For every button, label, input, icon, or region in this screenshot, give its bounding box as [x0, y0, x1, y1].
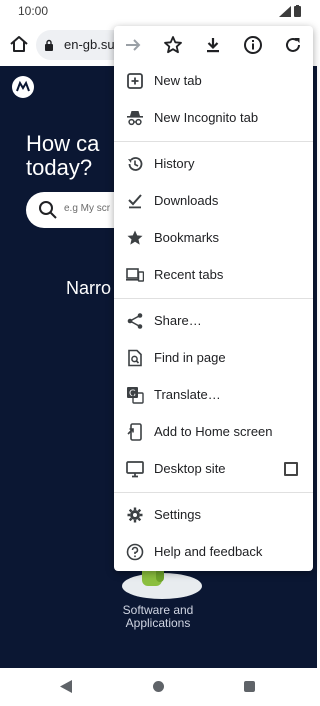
menu-item-desktop-site[interactable]: Desktop site: [114, 451, 313, 488]
desktop-site-checkbox[interactable]: [284, 462, 298, 476]
menu-item-label: Downloads: [154, 193, 219, 208]
menu-item-label: Recent tabs: [154, 267, 224, 282]
forward-icon[interactable]: [122, 34, 144, 56]
menu-divider: [114, 492, 313, 493]
hero-heading: How ca today?: [26, 131, 100, 180]
battery-icon: [294, 5, 301, 17]
menu-divider: [114, 298, 313, 299]
signal-icon: [279, 5, 291, 17]
menu-item-label: History: [154, 156, 195, 171]
narrow-heading: Narro: [66, 278, 112, 298]
gear-icon: [127, 507, 143, 523]
menu-item-recent-tabs[interactable]: Recent tabs: [114, 257, 313, 294]
menu-item-label: New Incognito tab: [154, 110, 259, 125]
menu-item-help-and-feedback[interactable]: Help and feedback: [114, 534, 313, 571]
menu-item-translate[interactable]: G Translate…: [114, 377, 313, 414]
history-icon: [128, 157, 143, 171]
menu-item-history[interactable]: History: [114, 146, 313, 183]
lock-icon: [45, 39, 53, 51]
refresh-icon[interactable]: [282, 34, 304, 56]
menu-item-downloads[interactable]: Downloads: [114, 183, 313, 220]
menu-divider: [114, 141, 313, 142]
menu-item-label: Add to Home screen: [154, 424, 273, 439]
nav-home-icon[interactable]: [153, 681, 164, 692]
menu-item-settings[interactable]: Settings: [114, 497, 313, 534]
search-placeholder: e.g My scr: [64, 203, 111, 214]
status-bar: 10:00: [0, 0, 317, 24]
menu-item-label: Help and feedback: [154, 544, 263, 559]
search-icon: [39, 201, 57, 219]
menu-item-label: Translate…: [154, 387, 221, 402]
help-icon: [126, 543, 144, 561]
share-icon: [127, 313, 143, 329]
star-filled-icon: [127, 230, 143, 245]
home-icon[interactable]: [8, 33, 30, 55]
find-in-page-icon: [128, 349, 142, 367]
motorola-m-icon: [16, 80, 30, 92]
menu-item-label: Bookmarks: [154, 230, 220, 245]
info-icon[interactable]: [242, 34, 264, 56]
menu-item-new-incognito-tab[interactable]: New Incognito tab: [114, 100, 313, 137]
menu-item-add-to-home-screen[interactable]: Add to Home screen: [114, 414, 313, 451]
incognito-icon: [127, 111, 143, 126]
recent-apps-icon[interactable]: [244, 681, 255, 692]
download-icon[interactable]: [202, 34, 224, 56]
software-applications-label[interactable]: Software and Applications: [100, 604, 216, 630]
add-to-home-icon: [127, 423, 142, 441]
menu-item-label: Find in page: [154, 350, 226, 365]
back-icon[interactable]: [60, 680, 72, 693]
menu-item-new-tab[interactable]: New tab: [114, 63, 313, 100]
browser-overflow-menu: New tab New Incognito tab History Downlo…: [114, 26, 313, 571]
menu-item-bookmarks[interactable]: Bookmarks: [114, 220, 313, 257]
menu-item-label: New tab: [154, 73, 202, 88]
menu-top-row: [114, 26, 313, 63]
devices-icon: [126, 268, 144, 282]
translate-icon: G: [127, 387, 144, 404]
monitor-icon: [126, 461, 144, 478]
status-icons: [279, 5, 301, 17]
motorola-logo[interactable]: [12, 76, 34, 98]
menu-item-label: Settings: [154, 507, 201, 522]
star-icon[interactable]: [162, 34, 184, 56]
menu-item-label: Desktop site: [154, 461, 226, 476]
plus-box-icon: [127, 73, 143, 89]
system-nav-bar: [0, 668, 317, 706]
download-check-icon: [128, 194, 142, 209]
menu-item-label: Share…: [154, 313, 202, 328]
menu-item-find-in-page[interactable]: Find in page: [114, 340, 313, 377]
menu-item-share[interactable]: Share…: [114, 303, 313, 340]
status-time: 10:00: [18, 4, 49, 18]
